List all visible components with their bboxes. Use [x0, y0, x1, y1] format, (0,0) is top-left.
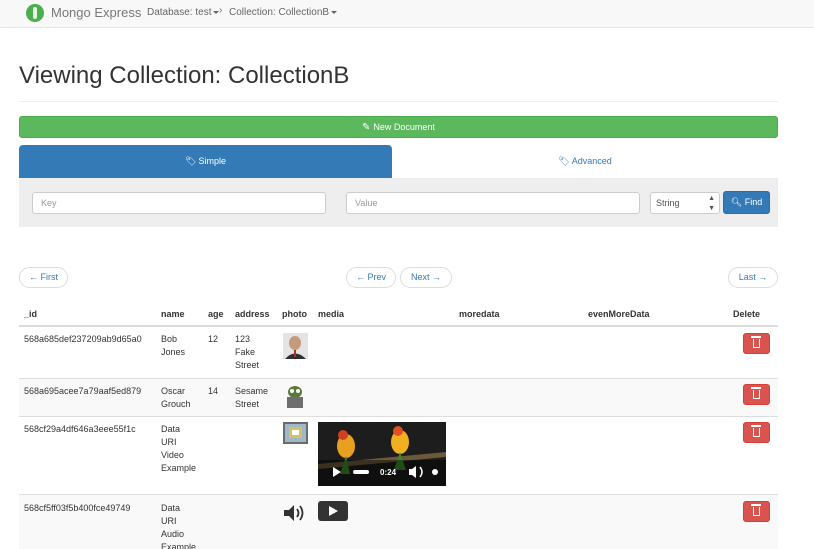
title-divider: [19, 101, 778, 102]
cell-id[interactable]: 568a685def237209ab9d65a0: [24, 333, 142, 346]
last-page-button[interactable]: Last →: [728, 267, 778, 288]
tags-icon: 🏷: [558, 156, 570, 166]
name-line: URI: [161, 516, 177, 526]
table-row[interactable]: [19, 495, 778, 549]
key-input[interactable]: Key: [32, 192, 326, 214]
trash-icon: [751, 387, 761, 399]
video-player[interactable]: 0:24: [318, 422, 446, 486]
first-page-button[interactable]: ← First: [19, 267, 68, 288]
page-title: Viewing Collection: CollectionB: [19, 62, 350, 89]
photo-thumbnail-bob: [283, 333, 308, 359]
cell-address: 123 Fake Street: [235, 333, 259, 372]
column-header-media[interactable]: media: [318, 309, 344, 319]
delete-button[interactable]: [743, 422, 770, 443]
collection-label: Collection: CollectionB: [229, 7, 330, 18]
cell-name: Data URI Audio Example: [161, 502, 196, 549]
photo-thumbnail-oscar: [283, 384, 308, 410]
address-line: Street: [235, 360, 260, 370]
address-line: Fake: [235, 347, 256, 357]
database-label: Database: test: [147, 7, 212, 18]
cell-name: Data URI Video Example: [161, 423, 196, 475]
trash-icon: [751, 336, 761, 348]
new-document-button[interactable]: ✎ New Document: [19, 116, 778, 138]
video-time: 0:24: [380, 468, 397, 477]
collection-dropdown[interactable]: Collection: CollectionB: [229, 7, 338, 18]
name-line: Data: [161, 503, 181, 513]
tag-icon: 🏷: [185, 156, 197, 166]
next-page-button[interactable]: Next →: [400, 267, 452, 288]
type-select-value: String: [656, 198, 680, 208]
navbar: Mongo Express Database: test › Collectio…: [0, 0, 814, 28]
brand-title[interactable]: Mongo Express: [51, 5, 141, 20]
mongodb-leaf-icon: [26, 4, 44, 22]
prev-page-button[interactable]: ← Prev: [346, 267, 396, 288]
trash-icon: [751, 425, 761, 437]
value-input[interactable]: Value: [346, 192, 640, 214]
delete-button[interactable]: [743, 501, 770, 522]
name-line: Grouch: [161, 399, 191, 409]
cell-id[interactable]: 568a695acee7a79aaf5ed879: [24, 385, 141, 398]
name-line: Video: [161, 450, 184, 460]
delete-button[interactable]: [743, 384, 770, 405]
name-line: Audio: [161, 529, 185, 539]
speaker-icon[interactable]: [283, 503, 307, 523]
column-header-age[interactable]: age: [208, 309, 224, 319]
type-select[interactable]: String ▲ ▼: [650, 192, 720, 214]
cell-name: Bob Jones: [161, 333, 185, 359]
tab-simple-label: Simple: [198, 156, 226, 166]
audio-play-button[interactable]: [318, 501, 348, 521]
column-header-id[interactable]: _id: [24, 309, 37, 319]
address-line: 123: [235, 334, 251, 344]
photo-thumbnail-test-pattern: [283, 422, 308, 444]
name-line: Jones: [161, 347, 186, 357]
cell-age: 12: [208, 334, 219, 344]
address-line: Sesame: [235, 386, 269, 396]
delete-button[interactable]: [743, 333, 770, 354]
cell-id[interactable]: 568cf5ff03f5b400fce49749: [24, 502, 130, 515]
name-line: Oscar: [161, 386, 186, 396]
address-line: Street: [235, 399, 260, 409]
cell-address: Sesame Street: [235, 385, 268, 411]
name-line: URI: [161, 437, 177, 447]
column-header-evenmoredata[interactable]: evenMoreData: [588, 309, 650, 319]
select-arrows-icon: ▲ ▼: [708, 195, 715, 212]
name-line: Example: [161, 463, 197, 473]
cell-age: 14: [208, 386, 219, 396]
find-button[interactable]: 🔍︎ Find: [723, 191, 770, 214]
name-line: Example: [161, 542, 197, 549]
tab-advanced[interactable]: 🏷 Advanced: [392, 145, 778, 178]
search-icon: 🔍︎: [730, 197, 743, 207]
database-dropdown[interactable]: Database: test: [147, 7, 220, 18]
chevron-right-icon: ›: [219, 5, 223, 16]
column-header-moredata[interactable]: moredata: [459, 309, 500, 319]
column-header-delete: Delete: [733, 309, 761, 319]
pencil-icon: ✎: [362, 122, 371, 133]
find-label: Find: [744, 197, 763, 207]
caret-down-icon: [331, 10, 338, 14]
column-header-photo[interactable]: photo: [282, 309, 307, 319]
column-header-name[interactable]: name: [161, 309, 185, 319]
new-document-label: New Document: [373, 122, 435, 132]
tab-simple[interactable]: 🏷 Simple: [19, 145, 392, 178]
cell-name: Oscar Grouch: [161, 385, 191, 411]
name-line: Data: [161, 424, 181, 434]
name-line: Bob: [161, 334, 178, 344]
tab-advanced-label: Advanced: [571, 156, 612, 166]
column-header-address[interactable]: address: [235, 309, 270, 319]
trash-icon: [751, 504, 761, 516]
cell-id[interactable]: 568cf29a4df646a3eee55f1c: [24, 423, 136, 436]
